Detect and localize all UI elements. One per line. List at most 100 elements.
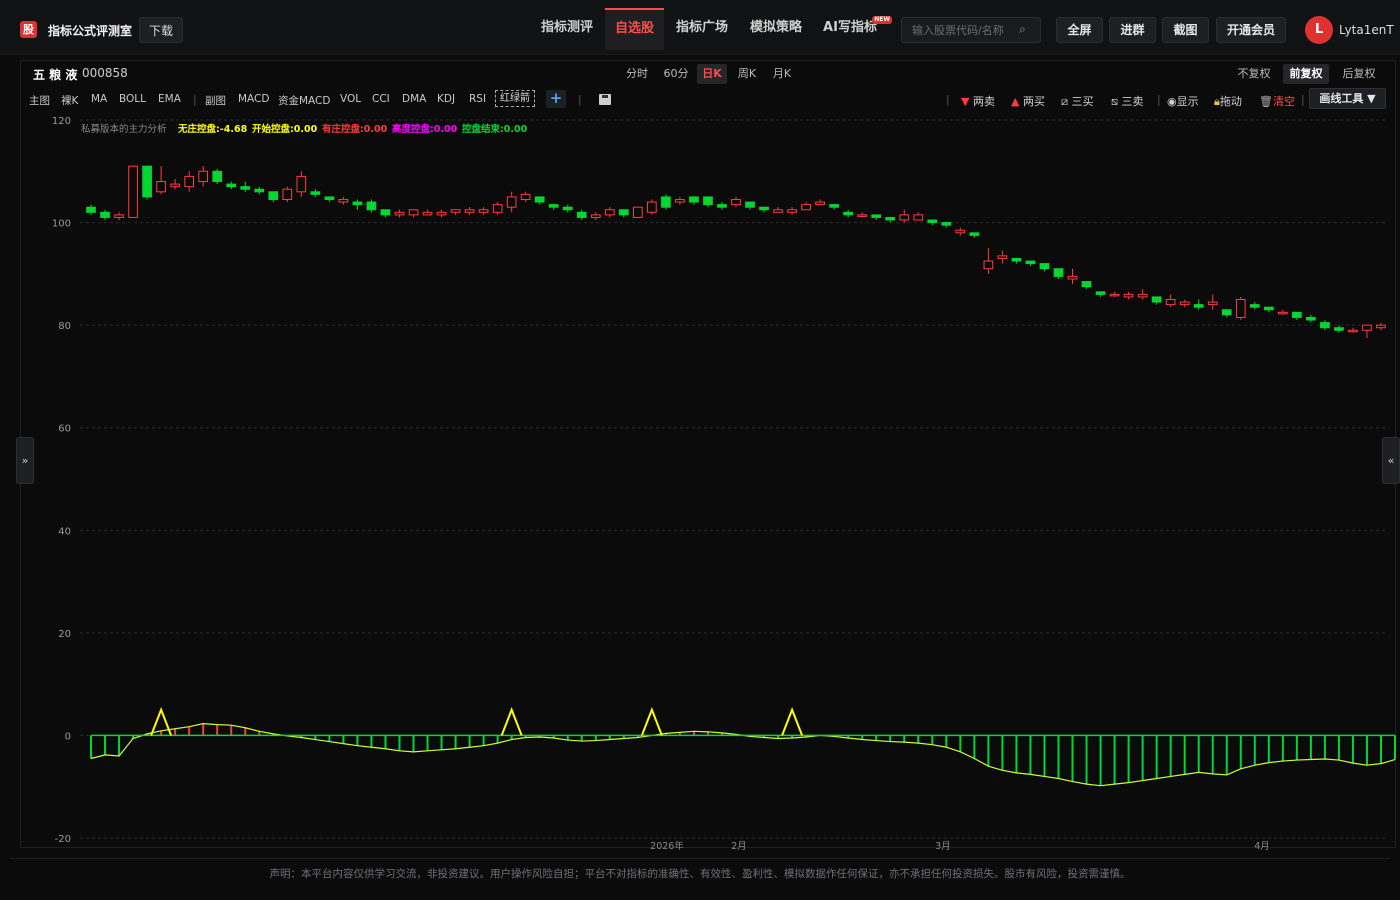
legend-item: 有庄控盘:0.00 — [322, 123, 388, 135]
candle-body — [296, 175, 307, 193]
candle-body — [815, 201, 825, 206]
candle-body — [352, 201, 363, 206]
candle-body — [689, 196, 699, 203]
candle-body — [1193, 304, 1204, 308]
candle-body — [114, 214, 124, 218]
footer-divider — [10, 858, 1390, 859]
candle-body — [170, 183, 180, 188]
candle-body — [1376, 324, 1386, 329]
candle-body — [100, 211, 110, 218]
candle-body — [997, 255, 1008, 259]
candle-body — [1011, 257, 1022, 262]
candle-body — [562, 206, 573, 211]
candle-body — [1235, 299, 1246, 318]
candle-body — [731, 198, 741, 206]
y-tick-label: 120 — [52, 116, 71, 127]
candle-body — [647, 201, 657, 213]
candle-body — [1277, 311, 1288, 315]
candle-body — [450, 209, 461, 213]
candle-body — [380, 209, 391, 216]
candle-body — [633, 206, 643, 218]
candle-body — [955, 229, 966, 234]
candle-body — [492, 204, 503, 213]
candle-body — [366, 201, 377, 211]
signal-triangle — [781, 707, 804, 736]
candle-body — [618, 209, 629, 216]
candle-body — [464, 209, 475, 213]
legend-layer: 私募版本的主力分析 无庄控盘:-4.68 开始控盘:0.00 有庄控盘:0.00 高度控… — [81, 123, 528, 135]
candle-body — [1109, 293, 1120, 297]
candle-body — [422, 211, 433, 216]
candle-body — [520, 193, 531, 200]
candle-body — [1221, 309, 1232, 316]
y-tick-label: 40 — [58, 526, 71, 537]
candle-body — [212, 170, 223, 183]
y-tick-label: 80 — [58, 321, 71, 332]
candle-body — [1263, 306, 1274, 311]
candle-body — [1137, 293, 1148, 298]
candle-body — [1249, 304, 1260, 308]
candle-body — [801, 204, 811, 211]
x-tick-label: 4月 — [1254, 841, 1270, 852]
candle-body — [829, 204, 839, 208]
candle-body — [983, 260, 994, 270]
candle-body — [184, 175, 195, 188]
candle-body — [773, 209, 783, 213]
legend-item: 私募版本的主力分析 — [81, 123, 167, 135]
candle-body — [843, 211, 854, 216]
candle-body — [548, 204, 559, 208]
candle-body — [1095, 291, 1106, 295]
legend-item: 高度控盘:0.00 — [392, 123, 458, 135]
candle-body — [1207, 301, 1218, 306]
candle-body — [1306, 316, 1316, 321]
candle-body — [1025, 260, 1036, 265]
legend-item: 无庄控盘:-4.68 — [177, 123, 248, 135]
candle-body — [590, 214, 601, 218]
candle-body — [899, 214, 910, 221]
candle-body — [240, 186, 251, 190]
candle-body — [282, 188, 293, 200]
candle-body — [338, 198, 349, 203]
candle-body — [1348, 329, 1358, 333]
candle-body — [506, 196, 517, 208]
candle-body — [86, 206, 96, 213]
candle-body — [156, 181, 166, 193]
candle-body — [1081, 281, 1092, 288]
candle-body — [1334, 327, 1344, 331]
candle-layer — [86, 165, 1386, 338]
signal-triangle — [640, 707, 663, 736]
candle-body — [1292, 311, 1302, 318]
candle-body — [1320, 322, 1330, 329]
candle-body — [857, 214, 868, 217]
signal-triangle — [500, 707, 523, 736]
y-tick-label: 100 — [52, 219, 71, 230]
y-tick-label: -20 — [55, 834, 71, 845]
candle-body — [128, 165, 138, 218]
candle-body — [759, 206, 769, 211]
x-tick-label: 2026年 — [650, 840, 684, 852]
candle-body — [394, 211, 405, 216]
candle-body — [885, 216, 896, 221]
disclaimer: 声明：本平台内容仅供学习交流，非投资建议。用户操作风险自担；平台不对指标的准确性… — [269, 868, 1131, 880]
candle-body — [787, 209, 797, 213]
candle-body — [324, 196, 335, 200]
candle-body — [254, 188, 265, 193]
candle-body — [1179, 301, 1190, 306]
x-tick-label: 2月 — [731, 841, 747, 852]
candle-body — [661, 196, 671, 208]
candle-body — [534, 196, 545, 203]
candle-body — [408, 209, 419, 216]
candle-body — [969, 232, 980, 236]
candle-body — [1053, 268, 1064, 277]
candle-body — [1362, 324, 1372, 331]
candle-body — [717, 204, 727, 208]
candle-body — [226, 183, 237, 188]
legend-item: 开始控盘:0.00 — [252, 123, 318, 135]
y-tick-label: 20 — [58, 629, 71, 640]
x-axis-labels: 2026年 2月 3月 4月 — [650, 840, 1270, 852]
candle-body — [478, 209, 489, 213]
legend-item: 控盘结束:0.00 — [462, 123, 528, 135]
candlestick-chart[interactable]: 120 100 80 60 40 20 0 -20 私募版本的主力分析 无庄控盘:-4.68 开始… — [0, 0, 1400, 860]
candle-body — [310, 191, 321, 195]
candle-body — [675, 198, 685, 203]
